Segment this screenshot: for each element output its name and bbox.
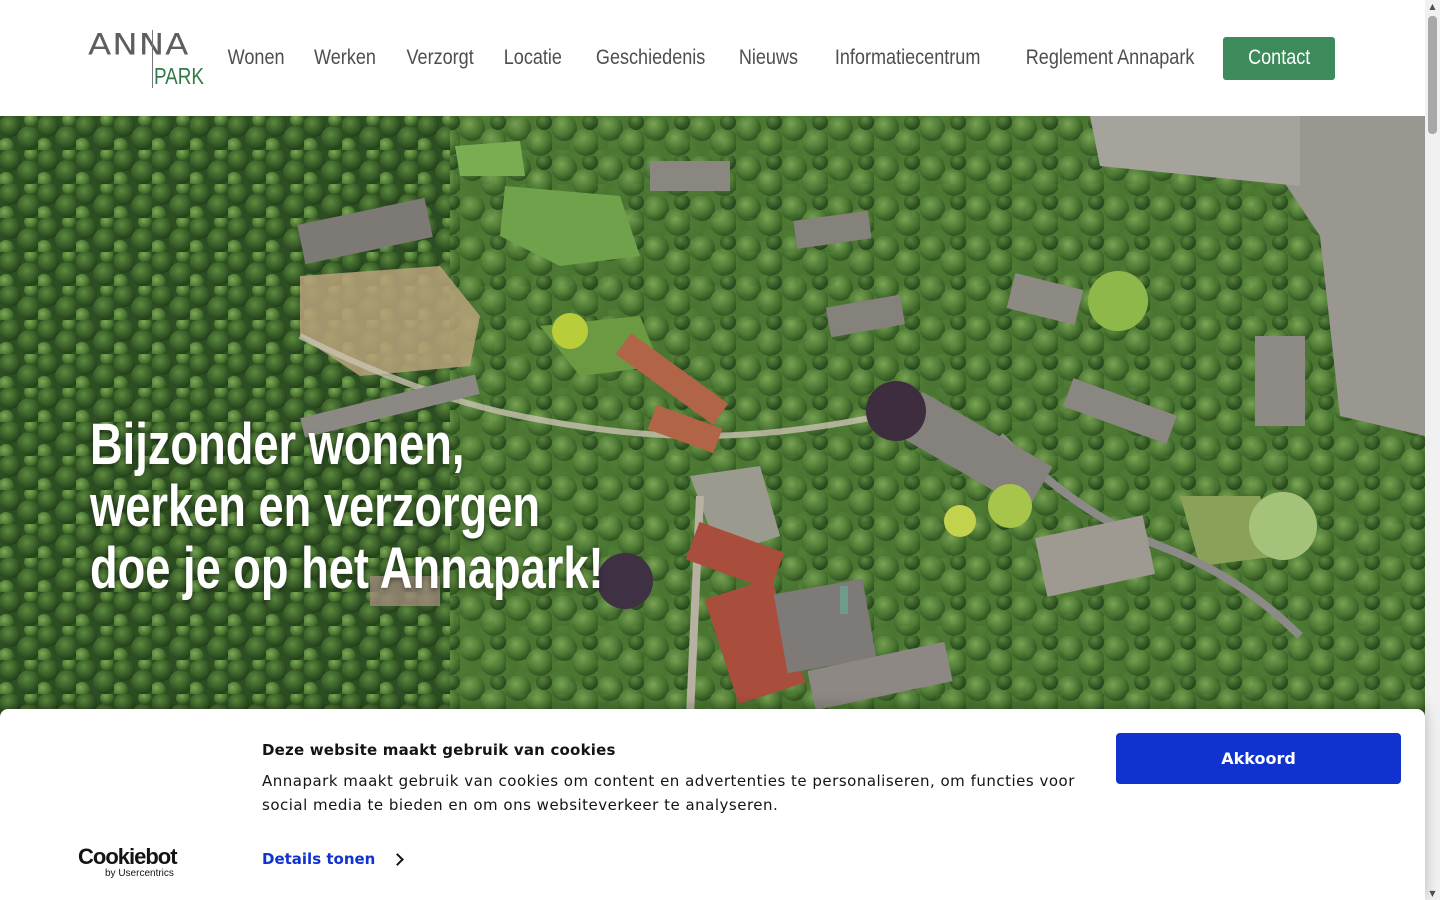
nav-item-verzorgt[interactable]: Verzorgt — [407, 46, 474, 70]
nav-item-reglement-annapark[interactable]: Reglement Annapark — [1026, 46, 1195, 70]
hero-title-line-2: werken en verzorgen — [90, 474, 541, 539]
cookiebot-logo: Cookiebot by Usercentrics — [78, 844, 178, 880]
logo-divider — [152, 30, 153, 88]
annapark-logo[interactable]: ANNA PARK — [88, 26, 220, 92]
logo-text-bottom: PARK — [154, 63, 204, 89]
show-details-link[interactable]: Details tonen — [262, 850, 405, 868]
accept-cookies-button[interactable]: Akkoord — [1116, 733, 1401, 784]
scroll-thumb[interactable] — [1428, 16, 1437, 134]
nav-item-nieuws[interactable]: Nieuws — [739, 46, 798, 70]
nav-item-werken[interactable]: Werken — [314, 46, 376, 70]
scroll-up-arrow-icon[interactable]: ▲ — [1428, 2, 1437, 11]
hero-title-line-3: doe je op het Annapark! — [90, 536, 604, 601]
cookiebot-logo-subtext: by Usercentrics — [105, 868, 174, 879]
chevron-right-icon — [391, 852, 405, 866]
main-navigation: Wonen Werken Verzorgt Locatie Geschieden… — [223, 36, 1335, 80]
site-header: ANNA PARK Wonen Werken Verzorgt Locatie … — [0, 0, 1425, 116]
contact-button-label: Contact — [1247, 46, 1310, 69]
logo-text-top: ANNA — [88, 28, 190, 63]
page-scrollbar[interactable]: ▲ ▼ — [1425, 0, 1440, 900]
hero-title: Bijzonder wonen, werken en verzorgen doe… — [90, 414, 604, 600]
scroll-down-arrow-icon[interactable]: ▼ — [1428, 889, 1437, 898]
nav-item-informatiecentrum[interactable]: Informatiecentrum — [835, 46, 981, 70]
cookie-banner-text: Annapark maakt gebruik van cookies om co… — [262, 772, 1075, 814]
accept-cookies-label: Akkoord — [1221, 749, 1296, 768]
cookiebot-logo-text: Cookiebot — [78, 844, 178, 869]
contact-button[interactable]: Contact — [1222, 36, 1335, 80]
hero-title-line-1: Bijzonder wonen, — [90, 412, 465, 477]
nav-item-wonen[interactable]: Wonen — [228, 46, 285, 70]
show-details-label: Details tonen — [262, 850, 376, 868]
cookie-consent-banner: Cookiebot by Usercentrics Deze website m… — [0, 709, 1425, 900]
hero-section: Bijzonder wonen, werken en verzorgen doe… — [0, 116, 1425, 716]
cookie-banner-title: Deze website maakt gebruik van cookies — [262, 741, 616, 759]
nav-item-geschiedenis[interactable]: Geschiedenis — [596, 46, 705, 70]
nav-item-locatie[interactable]: Locatie — [504, 46, 562, 70]
